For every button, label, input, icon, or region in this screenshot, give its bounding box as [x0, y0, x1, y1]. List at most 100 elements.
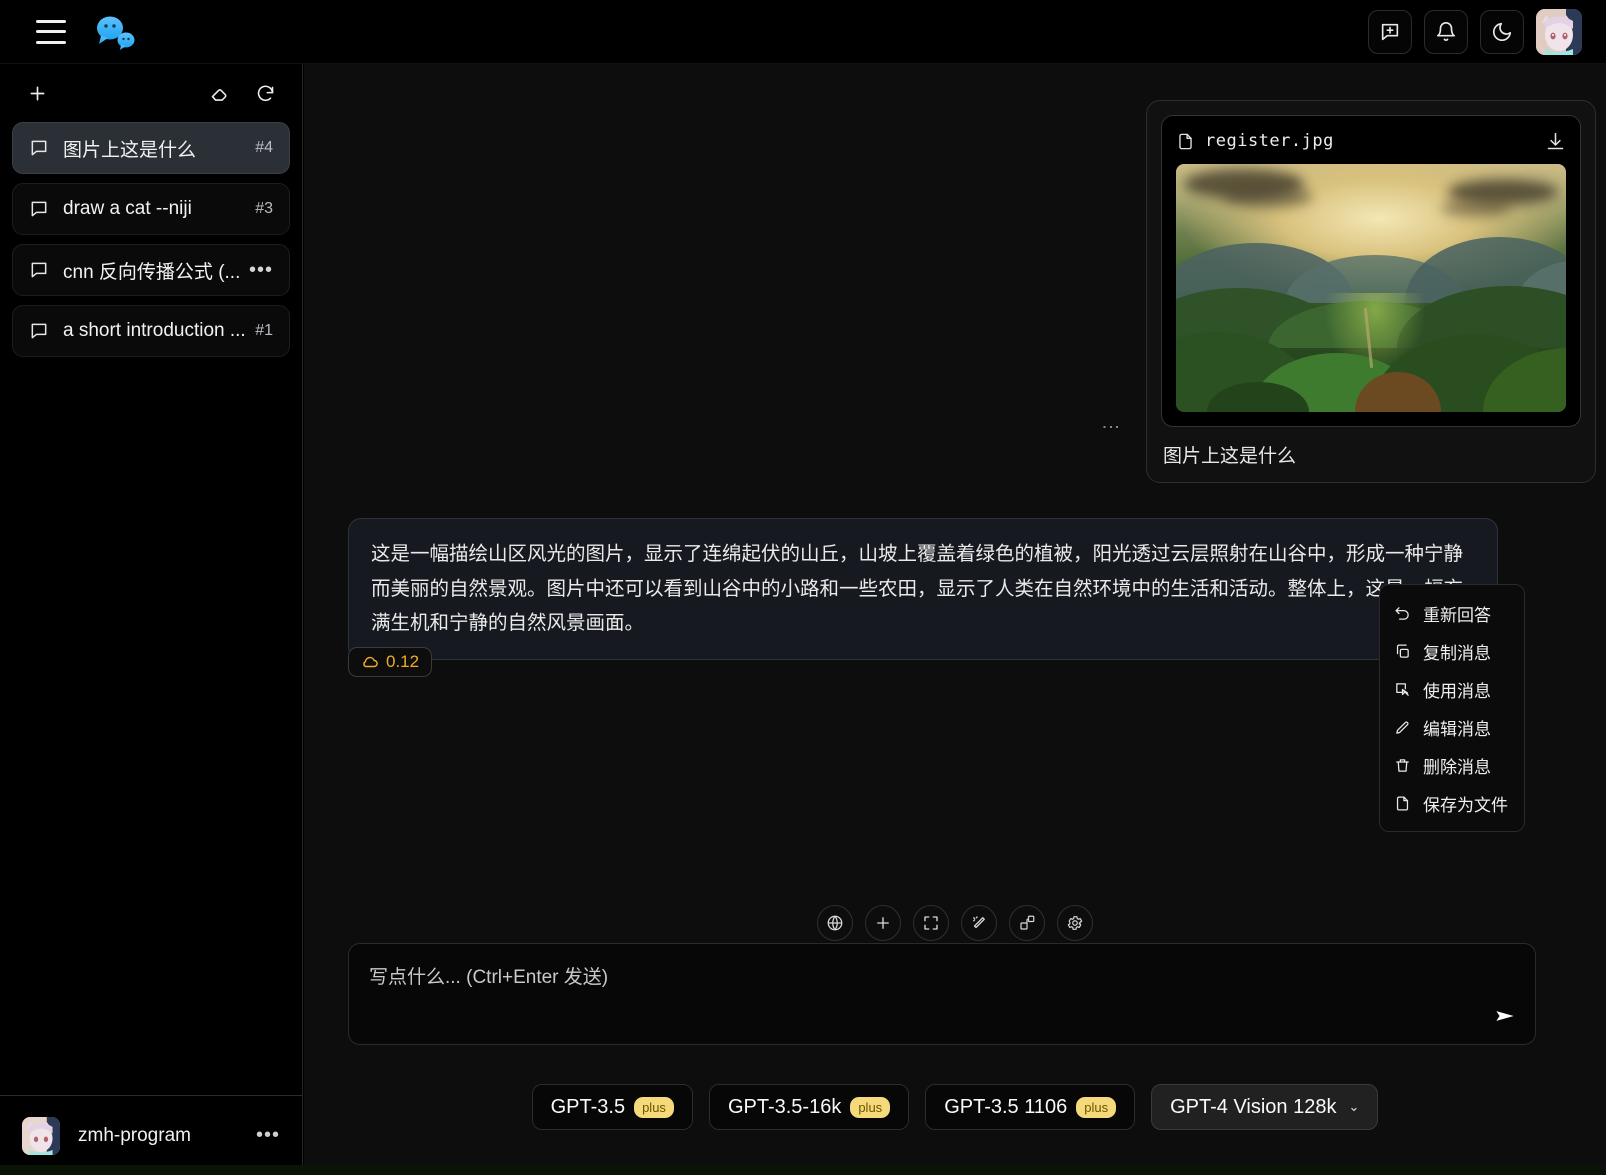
conversation-title: draw a cat --niji: [63, 198, 192, 219]
assistant-message-text: 这是一幅描绘山区风光的图片，显示了连绵起伏的山丘，山坡上覆盖着绿色的植被，阳光透…: [371, 543, 1464, 635]
file-attachment-card[interactable]: register.jpg: [1161, 115, 1581, 427]
bottom-strip: [0, 1165, 1606, 1175]
context-menu-label: 复制消息: [1423, 643, 1491, 663]
model-button[interactable]: GPT-4 Vision 128k ⌄: [1151, 1084, 1379, 1130]
new-chat-button[interactable]: [1368, 9, 1412, 54]
new-conversation-button[interactable]: [20, 76, 54, 110]
plus-badge: plus: [1076, 1096, 1117, 1118]
composer-toolbar: [304, 905, 1606, 941]
hamburger-icon[interactable]: [36, 19, 66, 44]
magic-prompt-button[interactable]: [961, 905, 997, 941]
blocks-icon: [1020, 915, 1035, 930]
context-menu-item[interactable]: 使用消息: [1380, 670, 1524, 708]
sidebar-toolbar: [0, 64, 302, 122]
plus-badge: plus: [850, 1096, 891, 1118]
gear-icon: [1067, 916, 1083, 930]
cost-value: 0.12: [386, 652, 420, 671]
composer-placeholder: 写点什么... (Ctrl+Enter 发送): [369, 967, 609, 988]
conversation-item[interactable]: draw a cat --niji #3: [12, 183, 290, 235]
eraser-icon: [211, 88, 226, 101]
send-icon: [1496, 1011, 1514, 1021]
message-square-icon: [29, 138, 49, 158]
fullscreen-button[interactable]: [913, 905, 949, 941]
user-avatar[interactable]: [22, 1116, 60, 1155]
moon-icon: [1492, 22, 1512, 41]
web-search-toggle[interactable]: [817, 905, 853, 941]
file-card-header: register.jpg: [1176, 128, 1566, 154]
context-menu-label: 使用消息: [1423, 681, 1491, 701]
conversation-title: cnn 反向传播公式 (...: [63, 261, 241, 283]
message-context-menu: 重新回答复制消息使用消息编辑消息删除消息保存为文件: [1379, 584, 1525, 832]
plugins-button[interactable]: [1009, 905, 1045, 941]
sidebar-user-area: zmh-program •••: [0, 1095, 302, 1175]
trash-icon: [1396, 758, 1409, 772]
model-button[interactable]: GPT-3.5 1106 plus: [925, 1084, 1136, 1130]
app-header: [0, 0, 1606, 64]
user-message-text: 图片上这是什么: [1163, 446, 1297, 467]
file-icon: [1179, 133, 1192, 149]
message-plus-icon: [1381, 23, 1399, 40]
conversation-item[interactable]: a short introduction ... #1: [12, 305, 290, 357]
model-name: GPT-4 Vision 128k: [1170, 1095, 1337, 1118]
conversation-list: 图片上这是什么 #4 draw a cat --niji #3 cnn 反向传播公式 (…: [0, 122, 302, 1095]
download-icon: [1547, 132, 1564, 149]
clear-conversations-button[interactable]: [202, 76, 236, 110]
refresh-button[interactable]: [248, 76, 282, 110]
file-name-label: register.jpg: [1205, 131, 1334, 151]
globe-icon: [827, 915, 843, 931]
maximize-icon: [924, 916, 938, 930]
context-menu-label: 重新回答: [1423, 605, 1491, 625]
model-name: GPT-3.5: [550, 1095, 626, 1118]
context-menu-item[interactable]: 复制消息: [1380, 632, 1524, 670]
bell-icon: [1436, 21, 1456, 41]
conversation-badge: #4: [255, 139, 273, 156]
user-menu-button[interactable]: •••: [256, 1124, 280, 1147]
magic-wand-icon: [973, 916, 985, 929]
model-button[interactable]: GPT-3.5 plus: [531, 1084, 693, 1130]
pencil-icon: [1396, 720, 1409, 734]
plus-badge: plus: [634, 1096, 674, 1118]
copy-icon: [1396, 643, 1409, 658]
message-square-icon: [29, 260, 49, 280]
theme-toggle-button[interactable]: [1480, 9, 1524, 54]
refresh-icon: [257, 85, 273, 101]
assistant-message-bubble: 这是一幅描绘山区风光的图片，显示了连绵起伏的山丘，山坡上覆盖着绿色的植被，阳光透…: [348, 518, 1498, 661]
file-icon: [1396, 795, 1409, 811]
settings-button[interactable]: [1057, 905, 1093, 941]
message-square-icon: [29, 199, 49, 219]
conversation-item[interactable]: 图片上这是什么 #4: [12, 122, 290, 174]
avatar[interactable]: [1536, 8, 1582, 55]
notifications-button[interactable]: [1424, 9, 1468, 54]
context-menu-item[interactable]: 保存为文件: [1380, 784, 1524, 822]
model-button[interactable]: GPT-3.5-16k plus: [708, 1084, 910, 1130]
conversation-title: a short introduction ...: [63, 320, 246, 341]
message-square-icon: [29, 321, 49, 341]
chat-main: ⋮ register.jpg 图片上这是什么 这是一幅描绘山区风光的图片，显示了…: [304, 64, 1606, 1175]
model-name: GPT-3.5 1106: [944, 1095, 1068, 1118]
send-button[interactable]: [1487, 998, 1523, 1034]
conversation-item[interactable]: cnn 反向传播公式 (... •••: [12, 244, 290, 296]
model-name: GPT-3.5-16k: [727, 1095, 842, 1118]
user-message-bubble: register.jpg 图片上这是什么: [1146, 100, 1596, 483]
conversation-badge: #1: [255, 322, 273, 339]
model-selector-bar: GPT-3.5 plus GPT-3.5-16k plus GPT-3.5 1106 pl…: [304, 1077, 1606, 1137]
context-menu-label: 编辑消息: [1423, 719, 1491, 739]
add-attachment-button[interactable]: [865, 905, 901, 941]
context-menu-item[interactable]: 删除消息: [1380, 746, 1524, 784]
sidebar: 图片上这是什么 #4 draw a cat --niji #3 cnn 反向传播公式 (…: [0, 64, 303, 1175]
user-message-menu-button[interactable]: ⋮: [1101, 418, 1121, 438]
plus-icon: [877, 917, 889, 929]
cost-badge: 0.12: [348, 647, 433, 677]
conversation-badge: #3: [255, 200, 273, 217]
context-menu-label: 删除消息: [1423, 757, 1491, 777]
cursor-box-icon: [1396, 682, 1409, 696]
plus-icon: [30, 86, 44, 100]
attached-image[interactable]: [1176, 164, 1566, 412]
chevron-down-icon: ⌄: [1348, 1099, 1360, 1114]
context-menu-item[interactable]: 编辑消息: [1380, 708, 1524, 746]
user-name-label: zmh-program: [78, 1124, 191, 1146]
context-menu-item[interactable]: 重新回答: [1380, 594, 1524, 632]
cloud-icon: [363, 656, 378, 668]
composer[interactable]: 写点什么... (Ctrl+Enter 发送): [348, 943, 1536, 1045]
conversation-menu-button[interactable]: •••: [249, 260, 273, 280]
